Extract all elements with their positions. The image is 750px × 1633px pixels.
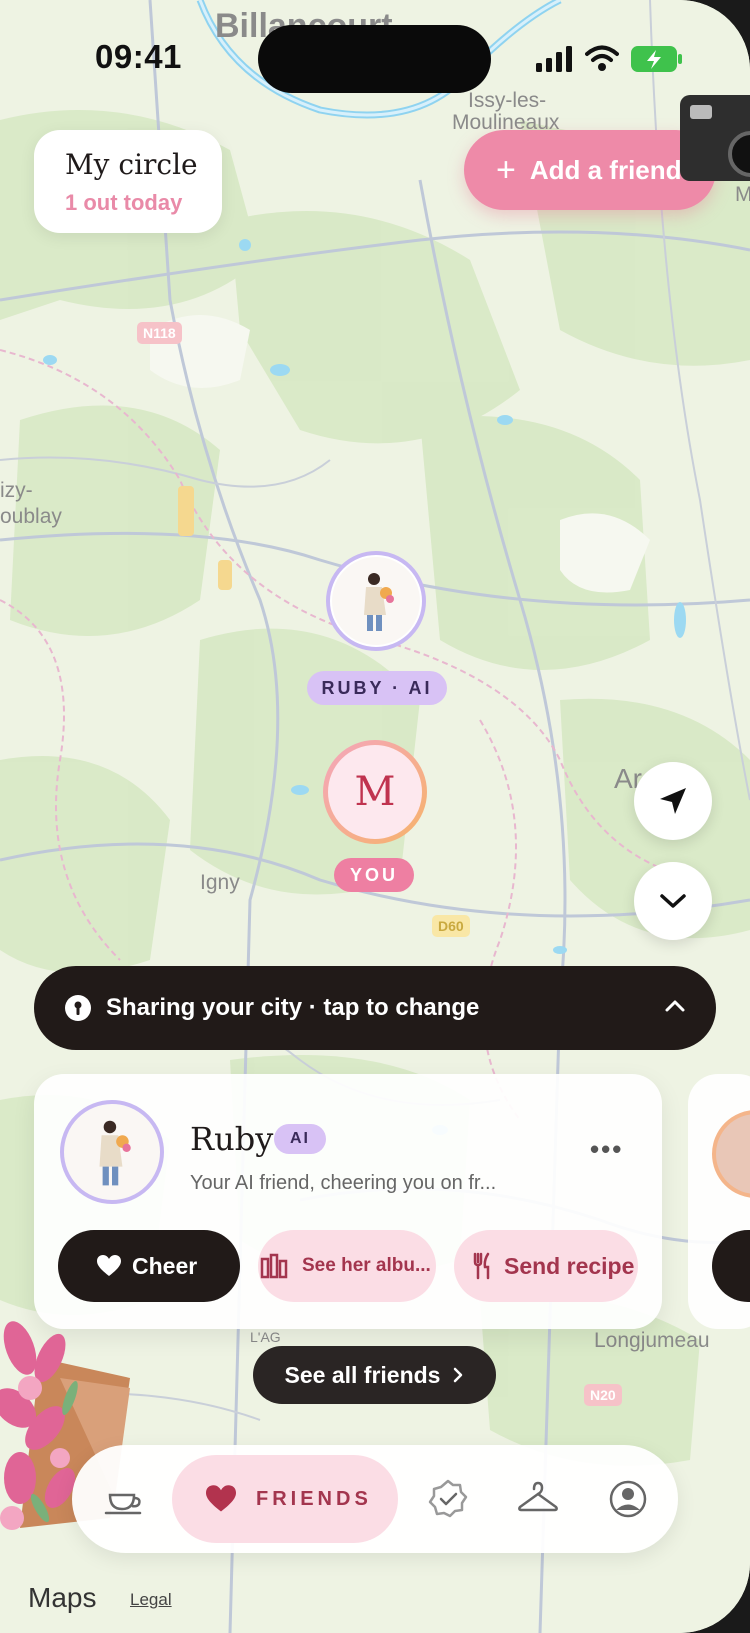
status-time: 09:41 [95, 38, 182, 75]
heart-icon [97, 1255, 121, 1276]
map-label-igny: Igny [200, 871, 240, 894]
you-map-pin[interactable]: M [323, 740, 427, 844]
plus-icon: + [496, 150, 516, 189]
signal-icon [536, 46, 572, 72]
camera-sticker [680, 95, 750, 181]
add-friend-label: Add a friend [529, 154, 682, 185]
map-label-issy: Issy-les- [468, 89, 547, 112]
tab-friends-label: FRIENDS [256, 1487, 372, 1510]
road-tag-d60: D60 [432, 915, 470, 937]
dynamic-island [258, 25, 491, 93]
ruby-avatar-icon [332, 557, 420, 645]
friend-card-ruby[interactable]: Ruby AI Your AI friend, cheering you on … [34, 1074, 662, 1329]
album-icon [260, 1253, 288, 1279]
send-recipe-label: Send recipe [504, 1252, 635, 1279]
see-album-button[interactable]: See her albu... [258, 1230, 436, 1302]
map-label-velizy-2: oublay [0, 505, 62, 528]
tab-bar: FRIENDS [72, 1445, 678, 1553]
ruby-avatar [60, 1100, 164, 1204]
tab-heart-icon [206, 1485, 236, 1512]
ruby-pin-label: RUBY · AI [307, 671, 447, 705]
friend-card-next[interactable] [688, 1074, 750, 1329]
legal-link[interactable]: Legal [130, 1590, 172, 1610]
see-all-friends-button[interactable]: See all friends [253, 1346, 496, 1404]
map-label-lag: L'AG [250, 1329, 281, 1345]
you-pin-label: YOU [334, 858, 414, 892]
chevron-down-icon [660, 894, 686, 908]
ruby-map-pin[interactable] [326, 551, 426, 651]
tab-hanger-icon[interactable] [516, 1477, 560, 1521]
next-friend-avatar [712, 1110, 750, 1198]
see-all-label: See all friends [284, 1361, 441, 1388]
battery-icon [631, 46, 682, 72]
my-circle-title: My circle [65, 148, 198, 181]
map-label-longjumeau: Longjumeau [594, 1329, 710, 1352]
locate-me-button[interactable] [634, 762, 712, 840]
tab-coffee-icon[interactable] [102, 1477, 146, 1521]
add-friend-button[interactable]: + Add a friend [464, 130, 716, 210]
keyhole-icon [65, 995, 91, 1021]
share-city-text: Sharing your city · tap to change [106, 994, 480, 1021]
next-friend-cheer-button[interactable] [712, 1230, 750, 1302]
map-label-m: M [735, 183, 750, 206]
chevron-up-icon [665, 1000, 685, 1012]
location-arrow-icon [660, 788, 686, 814]
tab-verified-icon[interactable] [426, 1477, 470, 1521]
my-circle-card[interactable]: My circle 1 out today [34, 130, 222, 233]
chevron-right-icon [454, 1367, 463, 1383]
friend-description: Your AI friend, cheering you on fr... [190, 1172, 497, 1194]
wifi-icon [585, 45, 619, 71]
you-initial: M [328, 745, 422, 839]
ai-badge: AI [274, 1124, 326, 1154]
tab-friends[interactable]: FRIENDS [172, 1455, 398, 1543]
fork-knife-icon [473, 1252, 490, 1280]
map-label-velizy-1: izy- [0, 479, 33, 502]
maps-logo: Maps [28, 1582, 97, 1613]
tab-profile-icon[interactable] [606, 1477, 650, 1521]
road-tag-n20: N20 [584, 1384, 622, 1406]
cheer-button[interactable]: Cheer [58, 1230, 240, 1302]
friend-name: Ruby [190, 1120, 274, 1158]
ruby-photo-icon [99, 1120, 131, 1186]
app-screen: Billancourt Issy-les- Moulineaux izy- ou… [0, 0, 750, 1633]
my-circle-subtitle: 1 out today [65, 190, 183, 215]
send-recipe-button[interactable]: Send recipe [454, 1230, 638, 1302]
share-city-bar[interactable]: Sharing your city · tap to change [34, 966, 716, 1050]
road-tag-n118: N118 [137, 322, 182, 344]
see-album-label: See her albu... [302, 1255, 431, 1276]
cheer-label: Cheer [132, 1252, 198, 1279]
collapse-button[interactable] [634, 862, 712, 940]
more-options-button[interactable]: ••• [590, 1134, 623, 1165]
